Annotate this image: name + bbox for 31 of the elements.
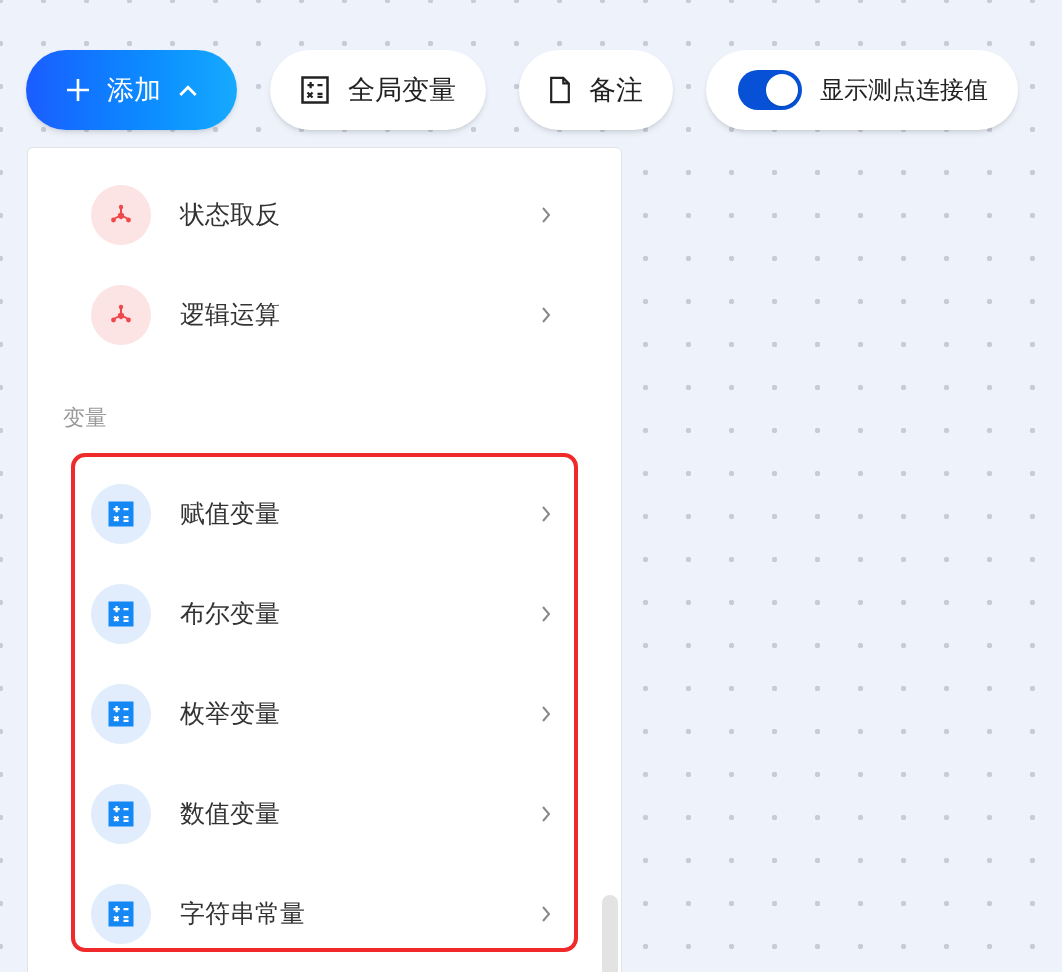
chevron-right-icon xyxy=(541,606,551,622)
chevron-right-icon xyxy=(541,207,551,223)
chevron-up-icon xyxy=(178,84,197,96)
document-icon xyxy=(549,76,571,104)
menu-item[interactable]: 逻辑运算 xyxy=(28,285,621,345)
variables-button[interactable]: 全局变量 xyxy=(270,50,486,130)
chevron-right-icon xyxy=(541,506,551,522)
add-button[interactable]: 添加 xyxy=(26,50,237,130)
menu-item[interactable]: 枚举变量 xyxy=(28,684,621,744)
calculator-icon xyxy=(91,884,151,944)
chevron-right-icon xyxy=(541,307,551,323)
menu-item[interactable]: 赋值变量 xyxy=(28,484,621,544)
nodes-icon xyxy=(91,185,151,245)
calculator-icon xyxy=(91,784,151,844)
section-heading: 变量 xyxy=(63,405,108,431)
calculator-icon xyxy=(300,75,330,105)
calculator-icon xyxy=(91,484,151,544)
toggle-label: 显示测点连接值 xyxy=(820,75,988,105)
note-button[interactable]: 备注 xyxy=(519,50,673,130)
nodes-icon xyxy=(91,285,151,345)
toggle-switch[interactable] xyxy=(738,70,802,110)
plus-icon xyxy=(66,79,89,101)
menu-item[interactable]: 状态取反 xyxy=(28,185,621,245)
menu-item[interactable]: 布尔变量 xyxy=(28,584,621,644)
chevron-right-icon xyxy=(541,906,551,922)
menu-item[interactable]: 字符串常量 xyxy=(28,884,621,944)
menu-item[interactable]: 数值变量 xyxy=(28,784,621,844)
calculator-icon xyxy=(91,584,151,644)
chevron-right-icon xyxy=(541,706,551,722)
chevron-right-icon xyxy=(541,806,551,822)
calculator-icon xyxy=(91,684,151,744)
